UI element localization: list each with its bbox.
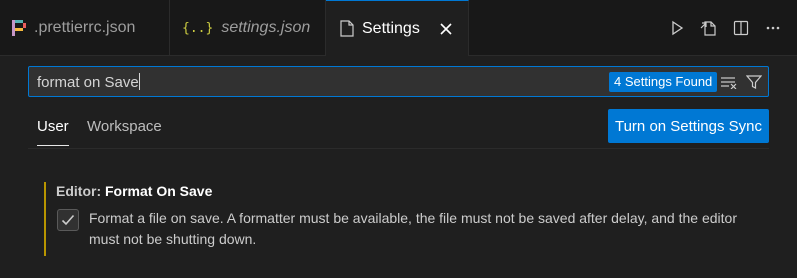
- checkmark-icon: [61, 214, 75, 226]
- setting-title: Editor: Format On Save: [56, 183, 212, 199]
- tab-label: .prettierrc.json: [34, 19, 136, 36]
- turn-on-settings-sync-button[interactable]: Turn on Settings Sync: [608, 109, 769, 143]
- setting-description: Format a file on save. A formatter must …: [89, 210, 737, 247]
- file-icon: [340, 20, 354, 37]
- tab-user[interactable]: User: [37, 118, 69, 146]
- text-cursor: [138, 73, 140, 90]
- setting-item-format-on-save: Editor: Format On Save Format a file on …: [44, 182, 764, 256]
- filter-icon[interactable]: [744, 72, 764, 92]
- tab-prettierrc-json[interactable]: .prettierrc.json: [0, 0, 170, 56]
- run-icon[interactable]: [667, 18, 687, 38]
- prettier-icon: [12, 20, 26, 36]
- tab-settings-json[interactable]: {..} settings.json: [170, 0, 326, 56]
- search-input-value: format on Save: [37, 73, 140, 91]
- tab-label: settings.json: [221, 19, 311, 36]
- tab-workspace[interactable]: Workspace: [87, 118, 162, 145]
- more-actions-icon[interactable]: [763, 18, 783, 38]
- search-query-text: format on Save: [37, 74, 139, 91]
- settings-search-input[interactable]: format on Save 4 Settings Found: [28, 66, 769, 97]
- close-icon[interactable]: [436, 19, 456, 39]
- json-braces-icon: {..}: [182, 20, 214, 36]
- setting-name: Format On Save: [105, 183, 213, 199]
- split-editor-icon[interactable]: [731, 18, 751, 38]
- format-on-save-checkbox[interactable]: [57, 209, 79, 231]
- editor-tab-bar: .prettierrc.json {..} settings.json Sett…: [0, 0, 797, 56]
- results-count-badge: 4 Settings Found: [609, 72, 718, 92]
- editor-actions: [667, 0, 797, 56]
- setting-category: Editor:: [56, 183, 105, 199]
- tab-settings[interactable]: Settings: [326, 0, 469, 56]
- tab-label: Settings: [362, 19, 420, 37]
- clear-search-filter-icon[interactable]: [719, 72, 739, 92]
- open-settings-json-icon[interactable]: [699, 18, 719, 38]
